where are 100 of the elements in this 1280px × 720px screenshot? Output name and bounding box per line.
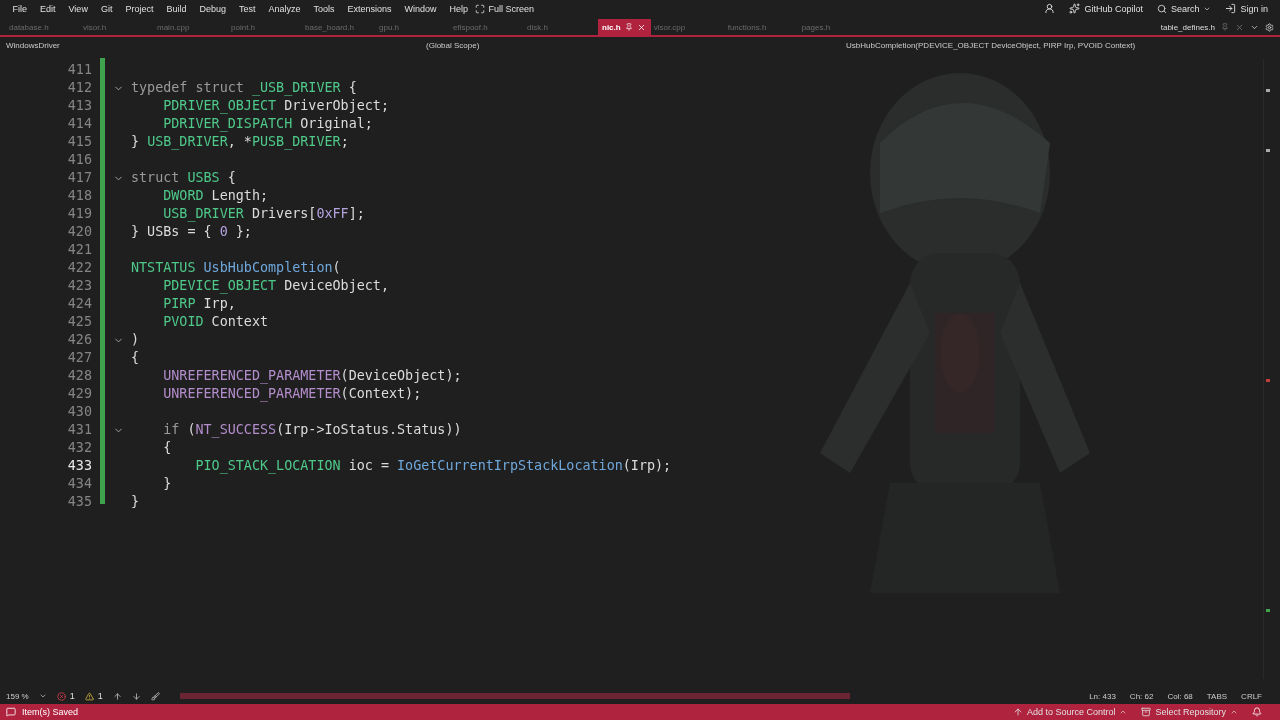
error-icon	[56, 691, 66, 701]
pin-icon[interactable]	[624, 23, 633, 31]
line-number: 420	[66, 223, 93, 241]
status-message: Item(s) Saved	[22, 707, 79, 717]
line-indicator: Ln: 433	[1089, 691, 1116, 701]
line-number: 430	[66, 403, 93, 421]
zoom-level[interactable]: 159 %	[6, 691, 29, 701]
search-icon	[1156, 3, 1167, 14]
indent-mode[interactable]: TABS	[1206, 691, 1228, 701]
column-indicator: Col: 68	[1167, 691, 1193, 701]
code-line: UNREFERENCED_PARAMETER(Context);	[162, 385, 423, 403]
code-line: }	[162, 475, 173, 493]
settings-icon[interactable]	[1265, 22, 1274, 32]
warning-count[interactable]: 1	[84, 691, 103, 701]
line-number: 412	[66, 79, 93, 97]
source-control-button[interactable]: Add to Source Control	[1012, 707, 1128, 717]
line-number: 425	[66, 313, 93, 331]
message-icon	[6, 707, 16, 717]
code-line: PDEVICE_OBJECT DeviceObject,	[162, 277, 390, 295]
caret-icon	[1119, 708, 1128, 716]
up-arrow-icon	[1012, 707, 1023, 717]
menu-item[interactable]: Tools	[307, 3, 342, 14]
code-line: struct USBS {	[131, 169, 237, 187]
menu-item[interactable]: Window	[398, 3, 444, 14]
menu-item[interactable]: View	[62, 3, 95, 14]
brush-icon[interactable]	[150, 691, 160, 701]
code-line: }	[131, 493, 141, 511]
line-number: 424	[66, 295, 93, 313]
full-screen-button[interactable]: Full Screen	[474, 3, 535, 14]
line-number: 434	[66, 475, 93, 493]
line-number: 413	[66, 97, 93, 115]
menu-item[interactable]: Analyze	[262, 3, 307, 14]
line-number: 433	[66, 457, 93, 475]
full-screen-icon	[474, 3, 485, 14]
notification-icon[interactable]	[1252, 707, 1262, 717]
menu-item[interactable]: Help	[443, 3, 475, 14]
warning-icon	[84, 691, 94, 701]
caret-icon	[1230, 708, 1238, 716]
line-number: 431	[66, 421, 93, 439]
scope-dropdown[interactable]: (Global Scope)	[426, 40, 846, 50]
down-arrow-icon[interactable]	[131, 691, 141, 701]
code-line: PIRP Irp,	[162, 295, 237, 313]
code-line: PVOID Context	[162, 313, 270, 331]
code-line: UNREFERENCED_PARAMETER(DeviceObject);	[162, 367, 463, 385]
sign-in-icon	[1225, 3, 1237, 14]
line-number: 435	[66, 493, 93, 511]
menu-item[interactable]: Extensions	[341, 3, 399, 14]
sign-in-button[interactable]: Sign in	[1225, 3, 1268, 14]
project-dropdown[interactable]: WindowsDriver	[6, 40, 426, 50]
code-line: )	[131, 331, 141, 349]
code-line: typedef struct _USB_DRIVER {	[131, 79, 358, 97]
line-number: 414	[66, 115, 93, 133]
line-number: 427	[66, 349, 93, 367]
line-number: 428	[66, 367, 93, 385]
pin-icon[interactable]	[1221, 23, 1229, 31]
archive-icon	[1141, 707, 1152, 717]
code-line: PDRIVER_OBJECT DriverObject;	[162, 97, 390, 115]
vertical-scrollbar[interactable]	[1263, 59, 1272, 679]
up-arrow-icon[interactable]	[112, 691, 122, 701]
menu-item[interactable]: Edit	[33, 3, 63, 14]
code-line: PDRIVER_DISPATCH Original;	[162, 115, 374, 133]
line-number: 421	[66, 241, 93, 259]
member-dropdown[interactable]: UsbHubCompletion(PDEVICE_OBJECT DeviceObject, PIRP Irp, PVOID Context)	[846, 40, 1246, 50]
line-number: 426	[66, 331, 93, 349]
line-number: 415	[66, 133, 93, 151]
menu-item[interactable]: File	[6, 3, 34, 14]
menu-item[interactable]: Debug	[192, 3, 233, 14]
file-tab[interactable]: table_defines.h	[1160, 22, 1215, 32]
horizontal-scrollbar[interactable]	[179, 693, 850, 699]
line-number: 411	[66, 61, 93, 79]
code-line: PIO_STACK_LOCATION ioc = IoGetCurrentIrpStackLocation(Irp);	[194, 457, 673, 475]
close-icon[interactable]	[636, 22, 646, 32]
code-line: DWORD Length;	[162, 187, 270, 205]
sparkles-icon	[1069, 3, 1081, 14]
copilot-button[interactable]: GitHub Copilot	[1069, 3, 1143, 14]
file-tab[interactable]: nic.h	[598, 19, 651, 35]
menu-item[interactable]: Project	[118, 3, 160, 14]
close-icon[interactable]	[1235, 22, 1244, 32]
line-number: 423	[66, 277, 93, 295]
menu-item[interactable]: Test	[232, 3, 262, 14]
error-count[interactable]: 1	[56, 691, 75, 701]
repository-button[interactable]: Select Repository	[1141, 707, 1238, 717]
search-button[interactable]: Search	[1156, 3, 1212, 14]
code-line: USB_DRIVER Drivers[0xFF];	[162, 205, 366, 223]
code-line: } USB_DRIVER, *PUSB_DRIVER;	[131, 133, 350, 151]
line-number: 418	[66, 187, 93, 205]
caret-icon[interactable]	[38, 692, 47, 700]
menu-item[interactable]: Build	[159, 3, 193, 14]
line-ending[interactable]: CRLF	[1241, 691, 1262, 701]
code-line: NTSTATUS UsbHubCompletion(	[131, 259, 342, 277]
menu-item[interactable]: Git	[94, 3, 119, 14]
line-number: 429	[66, 385, 93, 403]
line-number: 422	[66, 259, 93, 277]
code-line: } USBs = { 0 };	[131, 223, 253, 241]
code-line: if (NT_SUCCESS(Irp->IoStatus.Status))	[162, 421, 463, 439]
line-number: 417	[66, 169, 93, 187]
line-number: 416	[66, 151, 93, 169]
feedback-icon[interactable]	[1044, 3, 1056, 14]
line-number: 432	[66, 439, 93, 457]
line-number: 419	[66, 205, 93, 223]
